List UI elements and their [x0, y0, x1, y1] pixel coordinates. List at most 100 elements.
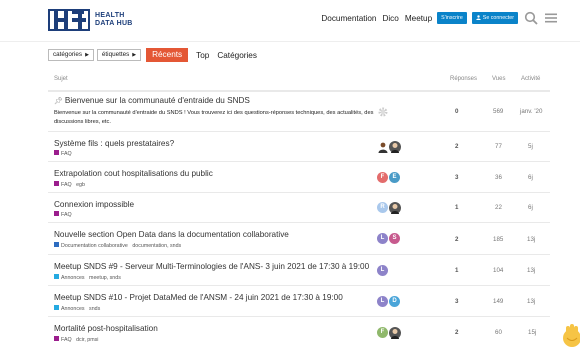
topic-tags[interactable]: snds	[89, 306, 100, 312]
category-name[interactable]: Annonces	[61, 275, 85, 281]
login-button[interactable]: Se connecter	[471, 12, 518, 24]
activity-date[interactable]: 13j	[527, 267, 535, 274]
topic-tags[interactable]: meetup, snds	[89, 275, 121, 281]
activity-date[interactable]: 6j	[528, 204, 533, 211]
category-name[interactable]: Annonces	[61, 306, 85, 312]
avatar[interactable]: E	[389, 172, 400, 183]
topic-title[interactable]: Mortalité post-hospitalisation	[54, 324, 158, 333]
caret-right-icon: ▶	[85, 52, 89, 58]
avatar[interactable]	[389, 202, 401, 214]
poster-avatars: F E	[377, 172, 401, 183]
site-logo[interactable]: HEALTH DATA HUB	[48, 8, 133, 32]
avatar[interactable]: D	[389, 296, 400, 307]
site-header: HEALTH DATA HUB Documentation Dico Meetu…	[0, 0, 580, 42]
topic-title[interactable]: Système fils : quels prestataires?	[54, 139, 174, 148]
poster-avatars	[377, 141, 401, 153]
table-row[interactable]: Connexion impossible FAQ R 1 22 6j	[48, 193, 550, 223]
col-replies[interactable]: Réponses	[450, 76, 477, 82]
col-topic[interactable]: Sujet	[54, 76, 68, 82]
tags-dropdown-label: étiquettes	[101, 51, 130, 58]
activity-date[interactable]: 13j	[527, 298, 535, 305]
avatar[interactable]	[389, 327, 401, 339]
views-count: 569	[493, 108, 504, 115]
activity-date[interactable]: 6j	[528, 174, 533, 181]
avatar[interactable]: L	[377, 265, 388, 276]
avatar[interactable]: F	[377, 172, 388, 183]
topic-meta: FAQ egb	[54, 181, 85, 188]
avatar[interactable]: L	[377, 233, 388, 244]
topic-title[interactable]: Meetup SNDS #9 - Serveur Multi-Terminolo…	[54, 262, 369, 271]
logo-text: HEALTH DATA HUB	[95, 12, 133, 28]
topic-title[interactable]: Connexion impossible	[54, 200, 134, 209]
system-gear-avatar-icon[interactable]	[377, 106, 389, 118]
topic-excerpt: Bienvenue sur la communauté d'entraide d…	[54, 110, 374, 125]
activity-date[interactable]: 5j	[528, 143, 533, 150]
tab-categories[interactable]: Catégories	[217, 51, 257, 60]
nav-documentation[interactable]: Documentation	[321, 14, 376, 23]
nav-meetup[interactable]: Meetup	[405, 14, 432, 23]
category-swatch	[54, 305, 59, 310]
tags-dropdown[interactable]: étiquettes ▶	[96, 49, 142, 61]
views-count: 22	[495, 204, 502, 211]
table-row[interactable]: Extrapolation cout hospitalisations du p…	[48, 162, 550, 193]
table-row[interactable]: Mortalité post-hospitalisation FAQ dcir,…	[48, 317, 550, 347]
category-swatch	[54, 211, 59, 216]
category-swatch	[54, 336, 59, 341]
table-row[interactable]: Meetup SNDS #9 - Serveur Multi-Terminolo…	[48, 255, 550, 286]
col-activity[interactable]: Activité	[521, 76, 540, 82]
tab-recents[interactable]: Récents	[146, 48, 189, 62]
waving-hand-icon[interactable]	[558, 320, 580, 347]
replies-count: 2	[455, 143, 459, 150]
topic-title[interactable]: Extrapolation cout hospitalisations du p…	[54, 169, 213, 178]
topic-title-text: Bienvenue sur la communauté d'entraide d…	[64, 96, 250, 105]
topic-tags[interactable]: documentation, snds	[132, 243, 181, 249]
poster-avatars: F	[377, 327, 401, 339]
category-name[interactable]: FAQ	[61, 337, 72, 343]
categories-dropdown-label: catégories	[53, 51, 83, 58]
replies-count: 1	[455, 204, 459, 211]
topic-tags[interactable]: egb	[76, 182, 85, 188]
views-count: 104	[493, 267, 504, 274]
category-name[interactable]: FAQ	[61, 212, 72, 218]
category-name[interactable]: FAQ	[61, 151, 72, 157]
replies-count: 0	[455, 108, 459, 115]
views-count: 185	[493, 236, 504, 243]
topic-title[interactable]: 📌︎ Bienvenue sur la communauté d'entraide…	[54, 96, 250, 105]
category-swatch	[54, 242, 59, 247]
views-count: 60	[495, 329, 502, 336]
search-icon[interactable]	[524, 11, 538, 25]
table-row[interactable]: 📌︎ Bienvenue sur la communauté d'entraide…	[48, 92, 550, 132]
avatar[interactable]: S	[389, 233, 400, 244]
category-name[interactable]: Documentation collaborative	[61, 243, 128, 249]
topic-title[interactable]: Meetup SNDS #10 - Projet DataMed de l'AN…	[54, 293, 343, 302]
topic-title[interactable]: Nouvelle section Open Data dans la docum…	[54, 230, 289, 239]
table-row[interactable]: Meetup SNDS #10 - Projet DataMed de l'AN…	[48, 286, 550, 317]
table-row[interactable]: Système fils : quels prestataires? FAQ 2…	[48, 132, 550, 162]
topic-meta: FAQ	[54, 211, 72, 218]
table-row[interactable]: Nouvelle section Open Data dans la docum…	[48, 223, 550, 255]
topic-list-controls: catégories ▶ étiquettes ▶ Récents Top Caté…	[48, 48, 257, 62]
avatar[interactable]	[389, 141, 401, 153]
tab-top[interactable]: Top	[196, 51, 209, 60]
category-swatch	[54, 181, 59, 186]
nav-dico[interactable]: Dico	[382, 14, 398, 23]
avatar[interactable]: R	[377, 202, 388, 213]
user-icon	[476, 15, 481, 20]
avatar[interactable]: L	[377, 296, 388, 307]
activity-date[interactable]: janv. '20	[520, 108, 542, 115]
signup-button[interactable]: S'inscrire	[437, 12, 467, 24]
avatar[interactable]	[377, 141, 389, 153]
avatar[interactable]: F	[377, 327, 388, 338]
logo-line-1: HEALTH	[95, 12, 125, 19]
topic-meta: Documentation collaborative documentatio…	[54, 242, 181, 249]
category-name[interactable]: FAQ	[61, 182, 72, 188]
col-views[interactable]: Vues	[492, 76, 505, 82]
hamburger-icon[interactable]	[544, 11, 558, 25]
health-data-hub-logo-icon	[48, 9, 90, 31]
poster-avatars: L S	[377, 233, 401, 244]
categories-dropdown[interactable]: catégories ▶	[48, 49, 94, 61]
pin-icon: 📌︎	[54, 98, 63, 105]
activity-date[interactable]: 13j	[527, 236, 535, 243]
topic-tags[interactable]: dcir, pmsi	[76, 337, 98, 343]
activity-date[interactable]: 15j	[528, 329, 536, 336]
